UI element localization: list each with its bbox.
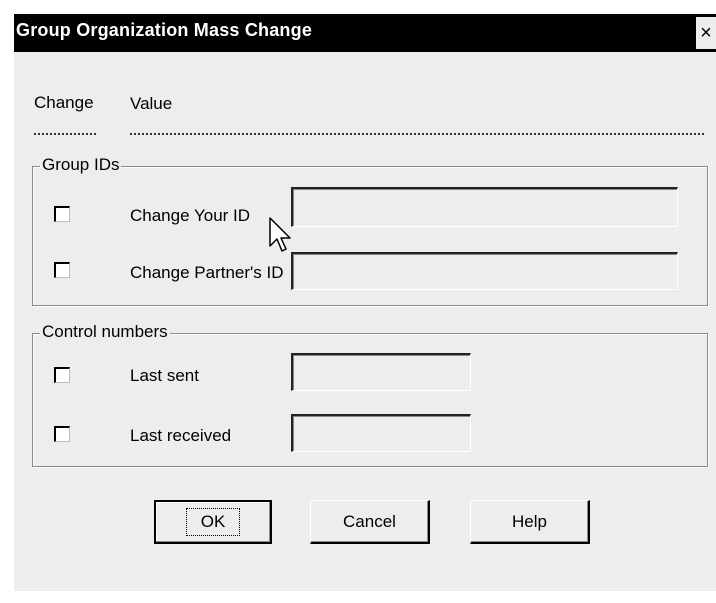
your-id-field[interactable] [291,187,678,227]
cancel-button-label: Cancel [343,511,396,531]
last-received-field[interactable] [291,414,471,452]
change-partner-id-label: Change Partner's ID [130,263,284,282]
last-received-checkbox[interactable] [54,426,70,442]
arrow-pointer-icon [269,217,291,252]
last-sent-field[interactable] [291,353,471,391]
last-received-label: Last received [130,426,232,445]
value-column-header: Value [130,94,173,113]
change-partner-id-checkbox[interactable] [54,262,70,278]
change-column-header: Change [34,93,94,112]
cancel-button[interactable]: Cancel [310,500,430,544]
last-sent-checkbox[interactable] [54,367,70,383]
help-button-label: Help [512,511,547,531]
change-header-divider [34,133,96,135]
ok-button-label: OK [185,508,241,536]
value-header-divider [130,133,704,135]
change-your-id-checkbox[interactable] [54,206,70,222]
close-icon[interactable]: × [696,17,716,49]
group-ids-legend: Group IDs [40,155,122,175]
help-button[interactable]: Help [470,500,590,544]
change-your-id-label: Change Your ID [130,206,251,225]
ok-button[interactable]: OK [154,500,272,544]
partner-id-field[interactable] [291,252,678,290]
title-bar[interactable]: Group Organization Mass Change × [14,14,716,52]
dialog-title: Group Organization Mass Change [16,20,313,40]
last-sent-label: Last sent [130,366,199,385]
control-numbers-legend: Control numbers [40,322,170,342]
